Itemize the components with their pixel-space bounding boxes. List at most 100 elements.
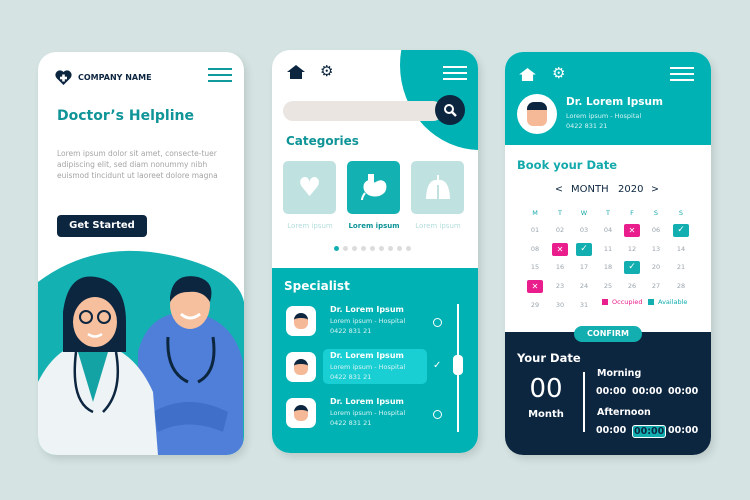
weekday-label: M xyxy=(532,209,538,217)
specialist-name: Dr. Lorem Ipsum xyxy=(330,351,404,360)
specialist-item[interactable]: Dr. Lorem Ipsum Lorem ipsum - Hospital 042… xyxy=(284,349,474,392)
available-legend-swatch xyxy=(648,299,654,305)
calendar-day[interactable]: 31 xyxy=(576,299,592,312)
specialist-name: Dr. Lorem Ipsum xyxy=(330,305,404,314)
your-date-title: Your Date xyxy=(517,351,581,365)
avatar xyxy=(286,306,316,336)
pager-dot[interactable] xyxy=(343,246,348,251)
available-day[interactable]: ✓ xyxy=(673,224,689,237)
search-input[interactable] xyxy=(283,101,443,121)
morning-time-slot[interactable]: 00:00 xyxy=(596,386,626,397)
category-pager[interactable] xyxy=(334,246,411,251)
next-month-button[interactable]: > xyxy=(651,184,659,195)
screen-categories: ⚙ Categories ♥ Lorem ipsum Lorem ipsum L… xyxy=(272,50,478,453)
pager-dot[interactable] xyxy=(334,246,339,251)
calendar-day[interactable]: 29 xyxy=(527,299,543,312)
occupied-legend: Occupied xyxy=(612,298,643,306)
calendar-day[interactable]: 17 xyxy=(576,261,592,274)
calendar-day[interactable]: 01 xyxy=(527,224,543,237)
gear-icon[interactable]: ⚙ xyxy=(320,62,333,80)
category-label: Lorem ipsum xyxy=(287,222,333,230)
avatar xyxy=(286,352,316,382)
category-label: Lorem ipsum xyxy=(348,222,400,230)
lungs-icon xyxy=(425,174,450,199)
morning-label: Morning xyxy=(597,368,642,379)
divider xyxy=(583,372,585,432)
weekday-label: T xyxy=(606,209,610,217)
calendar-day[interactable]: 26 xyxy=(624,280,640,293)
specialist-item[interactable]: Dr. Lorem Ipsum Lorem ipsum - Hospital 042… xyxy=(284,396,474,438)
radio-button[interactable] xyxy=(433,410,442,419)
calendar-day[interactable]: 13 xyxy=(648,243,664,256)
calendar-day[interactable]: 11 xyxy=(600,243,616,256)
calendar-day[interactable]: 23 xyxy=(552,280,568,293)
heart-plus-icon xyxy=(55,70,72,85)
specialist-phone: 0422 831 21 xyxy=(330,373,372,381)
calendar-day[interactable]: 14 xyxy=(673,243,689,256)
doctor-name: Dr. Lorem Ipsum xyxy=(566,96,663,108)
pager-dot[interactable] xyxy=(361,246,366,251)
calendar-day[interactable]: 18 xyxy=(600,261,616,274)
calendar-day[interactable]: 28 xyxy=(673,280,689,293)
available-day[interactable]: ✓ xyxy=(624,261,640,275)
pager-dot[interactable] xyxy=(406,246,411,251)
home-icon[interactable] xyxy=(287,65,305,79)
afternoon-time-slot[interactable]: 00:00 xyxy=(596,425,626,436)
menu-button[interactable] xyxy=(208,68,232,82)
radio-button[interactable] xyxy=(433,318,442,327)
company-name: COMPANY NAME xyxy=(78,73,152,82)
calendar-day[interactable]: 15 xyxy=(527,261,543,274)
category-card-stomach[interactable] xyxy=(347,161,400,214)
afternoon-time-slot[interactable]: 00:00 xyxy=(632,425,667,438)
occupied-day[interactable]: ✕ xyxy=(552,242,568,256)
weekday-label: F xyxy=(630,209,634,217)
calendar-day[interactable]: 06 xyxy=(648,224,664,237)
calendar-day[interactable]: 30 xyxy=(552,299,568,312)
menu-button[interactable] xyxy=(443,66,467,80)
calendar-day[interactable]: 16 xyxy=(552,261,568,274)
prev-month-button[interactable]: < xyxy=(555,184,563,195)
specialist-item[interactable]: Dr. Lorem Ipsum Lorem ipsum - Hospital 042… xyxy=(284,304,474,346)
available-legend: Available xyxy=(658,298,688,306)
calendar-day[interactable]: 20 xyxy=(648,261,664,274)
get-started-button[interactable]: Get Started xyxy=(57,215,147,237)
face-icon xyxy=(294,313,308,329)
calendar-day[interactable]: 27 xyxy=(648,280,664,293)
occupied-day[interactable]: ✕ xyxy=(527,280,543,294)
pager-dot[interactable] xyxy=(370,246,375,251)
pager-dot[interactable] xyxy=(352,246,357,251)
calendar-day[interactable]: 02 xyxy=(552,224,568,237)
calendar-day[interactable]: 08 xyxy=(527,243,543,256)
pager-dot[interactable] xyxy=(379,246,384,251)
pager-dot[interactable] xyxy=(388,246,393,251)
specialist-phone: 0422 831 21 xyxy=(330,419,372,427)
avatar xyxy=(286,398,316,428)
category-card-lungs[interactable] xyxy=(411,161,464,214)
specialist-hospital: Lorem ipsum - Hospital xyxy=(330,409,406,417)
calendar-day[interactable]: 24 xyxy=(576,280,592,293)
calendar-day[interactable]: 21 xyxy=(673,261,689,274)
pager-dot[interactable] xyxy=(397,246,402,251)
menu-button[interactable] xyxy=(670,67,694,81)
category-card-heart[interactable]: ♥ xyxy=(283,161,336,214)
afternoon-label: Afternoon xyxy=(597,407,651,418)
home-icon[interactable] xyxy=(518,68,537,81)
gear-icon[interactable]: ⚙ xyxy=(552,64,565,82)
afternoon-time-slot[interactable]: 00:00 xyxy=(668,425,698,436)
occupied-day[interactable]: ✕ xyxy=(624,224,640,237)
date-value: 00 xyxy=(529,374,563,404)
available-day[interactable]: ✓ xyxy=(576,242,592,256)
doctor-phone: 0422 831 21 xyxy=(566,122,608,130)
calendar-day[interactable]: 12 xyxy=(624,243,640,256)
year-label: 2020 xyxy=(618,184,644,195)
confirm-button[interactable]: CONFIRM xyxy=(574,326,642,342)
categories-title: Categories xyxy=(286,134,359,148)
calendar-day[interactable]: 04 xyxy=(600,224,616,237)
calendar-day[interactable]: 25 xyxy=(600,280,616,293)
check-circle-icon[interactable]: ✓ xyxy=(433,360,442,371)
search-button[interactable] xyxy=(435,95,465,125)
morning-time-slot[interactable]: 00:00 xyxy=(632,386,662,397)
calendar-day[interactable]: 03 xyxy=(576,224,592,237)
occupied-legend-swatch xyxy=(602,299,608,305)
morning-time-slot[interactable]: 00:00 xyxy=(668,386,698,397)
